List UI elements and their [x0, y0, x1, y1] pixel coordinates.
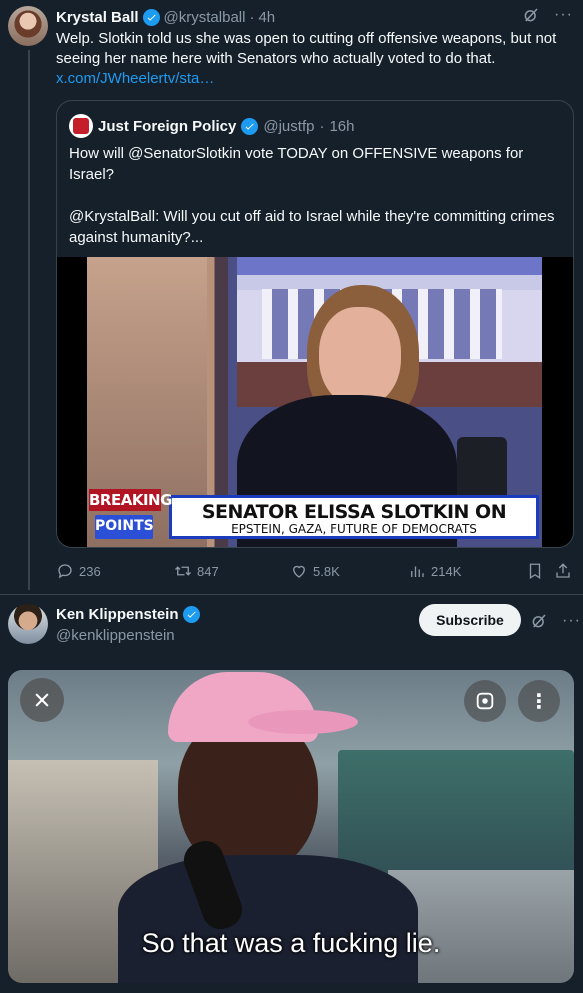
quote-timestamp[interactable]: 16h: [329, 118, 354, 135]
avatar[interactable]: [8, 6, 48, 46]
author-handle[interactable]: @kenklippenstein: [56, 627, 175, 644]
quote-author-handle[interactable]: @justfp: [263, 118, 314, 135]
video-chyron: SENATOR ELISSA SLOTKIN ON EPSTEIN, GAZA,…: [169, 495, 539, 539]
author-handle[interactable]: @krystalball: [164, 9, 246, 26]
tweet-divider: [0, 594, 583, 595]
more-icon[interactable]: ···: [562, 612, 581, 630]
tweet-actions: 236 847 5.8K 214K: [56, 562, 574, 582]
tweet-header-icons: ···: [530, 612, 581, 630]
video-frame: SENATOR ELISSA SLOTKIN ON EPSTEIN, GAZA,…: [87, 257, 542, 547]
verified-icon: [241, 117, 259, 135]
verified-icon: [142, 8, 160, 26]
quote-author-name[interactable]: Just Foreign Policy: [98, 118, 236, 135]
media-more-button[interactable]: ⋮: [518, 680, 560, 722]
reply-icon: [58, 564, 72, 579]
share-icon: [556, 563, 570, 578]
tweet-header: Krystal Ball @krystalball · 4h: [56, 8, 275, 26]
person-cap-brim: [248, 710, 358, 734]
bookmark-icon: [529, 563, 541, 580]
lens-icon: [476, 692, 494, 710]
views-button[interactable]: 214K: [408, 562, 461, 580]
like-icon: [293, 565, 305, 578]
points-logo: POINTS: [95, 515, 154, 539]
author-name[interactable]: Ken Klippenstein: [56, 606, 179, 623]
tweet-video[interactable]: So that was a fucking lie. ⋮: [8, 670, 574, 983]
breaking-badge: BREAKING: [89, 489, 172, 511]
grok-icon[interactable]: [530, 612, 548, 630]
quote-header: Just Foreign Policy @justfp · 16h: [69, 114, 355, 138]
grok-icon[interactable]: [522, 6, 540, 24]
like-count: 5.8K: [313, 563, 340, 579]
separator-dot: ·: [249, 8, 255, 26]
close-icon: [35, 693, 49, 707]
repost-button[interactable]: 847: [174, 562, 219, 580]
repost-count: 847: [197, 563, 219, 579]
close-button[interactable]: [20, 678, 64, 722]
person-face: [319, 307, 401, 407]
jfp-logo-icon: [73, 118, 89, 134]
bookmark-button[interactable]: [526, 562, 544, 580]
tweet-header-icons: ···: [522, 6, 573, 24]
subscribe-button[interactable]: Subscribe: [419, 604, 521, 636]
tweet-header: Ken Klippenstein: [56, 606, 200, 623]
quote-text: How will @SenatorSlotkin vote TODAY on O…: [69, 145, 555, 246]
tweet-text: Welp. Slotkin told us she was open to cu…: [56, 30, 557, 67]
thread-line: [28, 50, 30, 590]
share-button[interactable]: [554, 562, 572, 580]
quote-tweet-card[interactable]: Just Foreign Policy @justfp · 16h How wi…: [56, 100, 574, 548]
quote-avatar[interactable]: [69, 114, 93, 138]
tweet-link[interactable]: x.com/JWheelertv/sta…: [56, 69, 214, 89]
views-icon: [411, 566, 424, 577]
retweet-icon: [175, 566, 191, 576]
video-subtitle: So that was a fucking lie.: [141, 928, 441, 958]
chyron-title: SENATOR ELISSA SLOTKIN ON: [201, 501, 507, 523]
reply-count: 236: [79, 563, 101, 579]
person-shirt: [118, 855, 418, 983]
views-count: 214K: [431, 563, 462, 579]
lens-button[interactable]: [464, 680, 506, 722]
quote-video[interactable]: SENATOR ELISSA SLOTKIN ON EPSTEIN, GAZA,…: [57, 257, 573, 547]
more-icon[interactable]: ···: [554, 6, 573, 24]
reply-button[interactable]: 236: [56, 562, 101, 580]
like-button[interactable]: 5.8K: [290, 562, 340, 580]
separator-dot: ·: [319, 117, 325, 135]
chyron-subtitle: EPSTEIN, GAZA, FUTURE OF DEMOCRATS: [231, 522, 477, 536]
verified-icon: [182, 606, 200, 623]
timestamp[interactable]: 4h: [258, 9, 275, 26]
author-name[interactable]: Krystal Ball: [56, 9, 139, 26]
avatar[interactable]: [8, 604, 48, 644]
